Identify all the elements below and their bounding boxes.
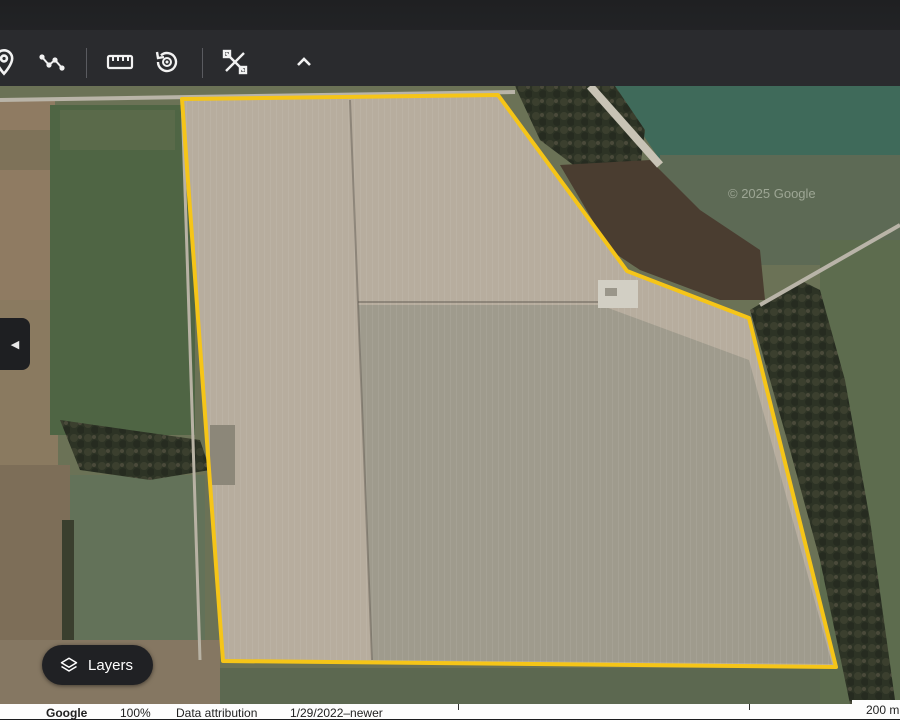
- triangle-left-icon: ◀: [10, 338, 20, 351]
- status-bar: Google 100% Data attribution 1/29/2022–n…: [0, 704, 900, 720]
- historical-imagery-icon[interactable]: [151, 46, 183, 78]
- map-watermark: © 2025 Google: [728, 186, 816, 201]
- data-attribution-link[interactable]: Data attribution: [176, 706, 257, 720]
- top-toolbar: [0, 0, 900, 90]
- google-logo: Google: [46, 706, 88, 720]
- zoom-level[interactable]: 100%: [120, 706, 151, 720]
- ruler-icon[interactable]: [104, 46, 136, 78]
- scale-label: 200 m: [866, 703, 900, 717]
- imagery-date[interactable]: 1/29/2022–newer: [290, 706, 383, 720]
- scale-tick: [458, 704, 459, 710]
- path-icon[interactable]: [36, 46, 68, 78]
- collapse-chevron-icon[interactable]: [288, 46, 320, 78]
- layers-button[interactable]: Layers: [42, 645, 154, 685]
- measure-tools-icon[interactable]: [219, 46, 251, 78]
- toolbar-divider: [202, 48, 203, 78]
- scale-tick: [749, 704, 750, 710]
- side-panel-toggle[interactable]: ◀: [0, 318, 30, 370]
- satellite-imagery: [0, 86, 900, 704]
- toolbar-divider: [86, 48, 87, 78]
- layers-icon: [60, 657, 78, 672]
- satellite-map[interactable]: © 2025 Google: [0, 86, 900, 704]
- scale-bar: 200 m: [852, 700, 900, 719]
- location-pin-icon[interactable]: [0, 46, 20, 78]
- layers-label: Layers: [88, 656, 134, 674]
